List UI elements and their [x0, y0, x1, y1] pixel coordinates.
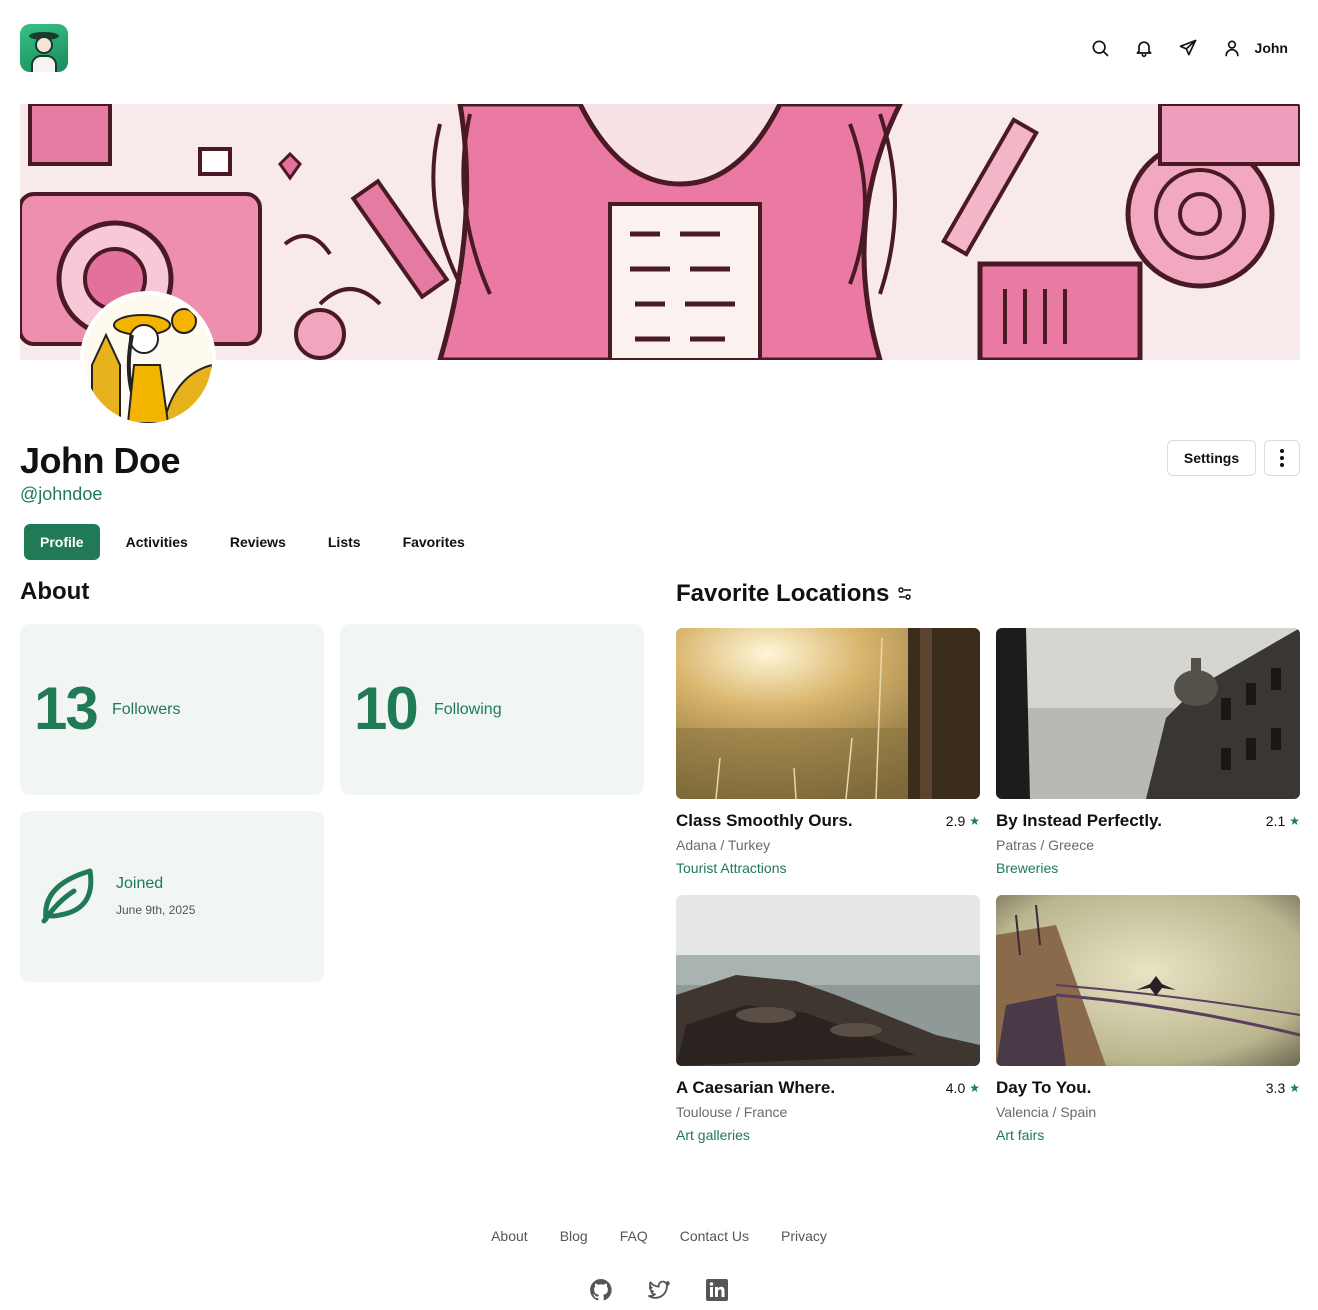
location-category[interactable]: Art galleries: [676, 1127, 980, 1143]
location-title[interactable]: By Instead Perfectly.: [996, 811, 1162, 831]
location-photo[interactable]: [676, 895, 980, 1066]
location-rating: 2.1 ★: [1266, 813, 1300, 829]
star-icon: ★: [969, 814, 980, 828]
bell-icon[interactable]: [1133, 37, 1155, 59]
social-links: [0, 1278, 1318, 1302]
github-icon[interactable]: [589, 1278, 613, 1302]
user-menu-name[interactable]: John: [1255, 40, 1288, 56]
favorites-title: Favorite Locations: [676, 580, 890, 607]
location-photo[interactable]: [996, 628, 1300, 799]
footer-links: About Blog FAQ Contact Us Privacy: [0, 1228, 1318, 1244]
tab-lists[interactable]: Lists: [312, 524, 377, 560]
footer-link-blog[interactable]: Blog: [560, 1228, 588, 1244]
location-card[interactable]: Class Smoothly Ours. 2.9 ★ Adana / Turke…: [676, 628, 980, 876]
rating-value: 4.0: [945, 1080, 966, 1096]
star-icon: ★: [969, 1081, 980, 1095]
star-icon: ★: [1289, 1081, 1300, 1095]
joined-label: Joined: [116, 875, 164, 892]
settings-button[interactable]: Settings: [1167, 440, 1256, 476]
location-title[interactable]: Day To You.: [996, 1078, 1091, 1098]
search-icon[interactable]: [1089, 37, 1111, 59]
location-place: Patras / Greece: [996, 837, 1095, 853]
twitter-icon[interactable]: [647, 1278, 671, 1302]
rating-value: 3.3: [1265, 1080, 1286, 1096]
joined-card: Joined June 9th, 2025: [20, 811, 324, 982]
app-logo[interactable]: [20, 24, 68, 72]
footer-link-about[interactable]: About: [491, 1228, 528, 1244]
location-rating: 3.3 ★: [1266, 1080, 1300, 1096]
footer-link-faq[interactable]: FAQ: [620, 1228, 648, 1244]
top-navigation: John: [1067, 34, 1288, 62]
location-place: Valencia / Spain: [996, 1104, 1097, 1120]
location-title[interactable]: Class Smoothly Ours.: [676, 811, 853, 831]
footer-link-privacy[interactable]: Privacy: [781, 1228, 827, 1244]
leaf-icon: [41, 868, 94, 924]
following-card[interactable]: 10 Following: [340, 624, 644, 795]
location-card[interactable]: A Caesarian Where. 4.0 ★ Toulouse / Fran…: [676, 895, 980, 1143]
tab-activities[interactable]: Activities: [110, 524, 204, 560]
filter-icon[interactable]: [897, 586, 913, 602]
profile-name: John Doe: [20, 440, 181, 481]
profile-tabs: Profile Activities Reviews Lists Favorit…: [24, 524, 491, 560]
rating-value: 2.1: [1265, 813, 1286, 829]
profile-handle: @johndoe: [20, 484, 103, 504]
star-icon: ★: [1289, 814, 1300, 828]
following-label: Following: [434, 701, 502, 718]
logo-body-shape: [31, 55, 57, 72]
location-rating: 4.0 ★: [946, 1080, 980, 1096]
location-place: Toulouse / France: [676, 1104, 788, 1120]
location-photo[interactable]: [996, 895, 1300, 1066]
profile-cover-image: [20, 104, 1300, 360]
joined-date: June 9th, 2025: [116, 903, 196, 917]
tab-favorites[interactable]: Favorites: [387, 524, 481, 560]
followers-label: Followers: [112, 701, 181, 718]
more-vertical-icon: [1280, 449, 1284, 467]
tab-reviews[interactable]: Reviews: [214, 524, 302, 560]
location-category[interactable]: Breweries: [996, 860, 1300, 876]
followers-count: 13: [34, 675, 99, 742]
location-card[interactable]: Day To You. 3.3 ★ Valencia / Spain Art f…: [996, 895, 1300, 1143]
following-count: 10: [354, 675, 419, 742]
linkedin-icon[interactable]: [705, 1278, 729, 1302]
location-category[interactable]: Art fairs: [996, 1127, 1300, 1143]
tab-profile[interactable]: Profile: [24, 524, 100, 560]
more-options-button[interactable]: [1264, 440, 1300, 476]
footer-link-contact[interactable]: Contact Us: [680, 1228, 749, 1244]
location-photo[interactable]: [676, 628, 980, 799]
location-title[interactable]: A Caesarian Where.: [676, 1078, 835, 1098]
location-category[interactable]: Tourist Attractions: [676, 860, 980, 876]
location-place: Adana / Turkey: [676, 837, 771, 853]
send-icon[interactable]: [1177, 37, 1199, 59]
profile-avatar[interactable]: [80, 291, 216, 427]
about-title: About: [20, 578, 90, 605]
logo-face-shape: [35, 36, 53, 54]
followers-card[interactable]: 13 Followers: [20, 624, 324, 795]
location-card[interactable]: By Instead Perfectly. 2.1 ★ Patras / Gre…: [996, 628, 1300, 876]
rating-value: 2.9: [945, 813, 966, 829]
location-rating: 2.9 ★: [946, 813, 980, 829]
user-icon[interactable]: [1221, 37, 1243, 59]
